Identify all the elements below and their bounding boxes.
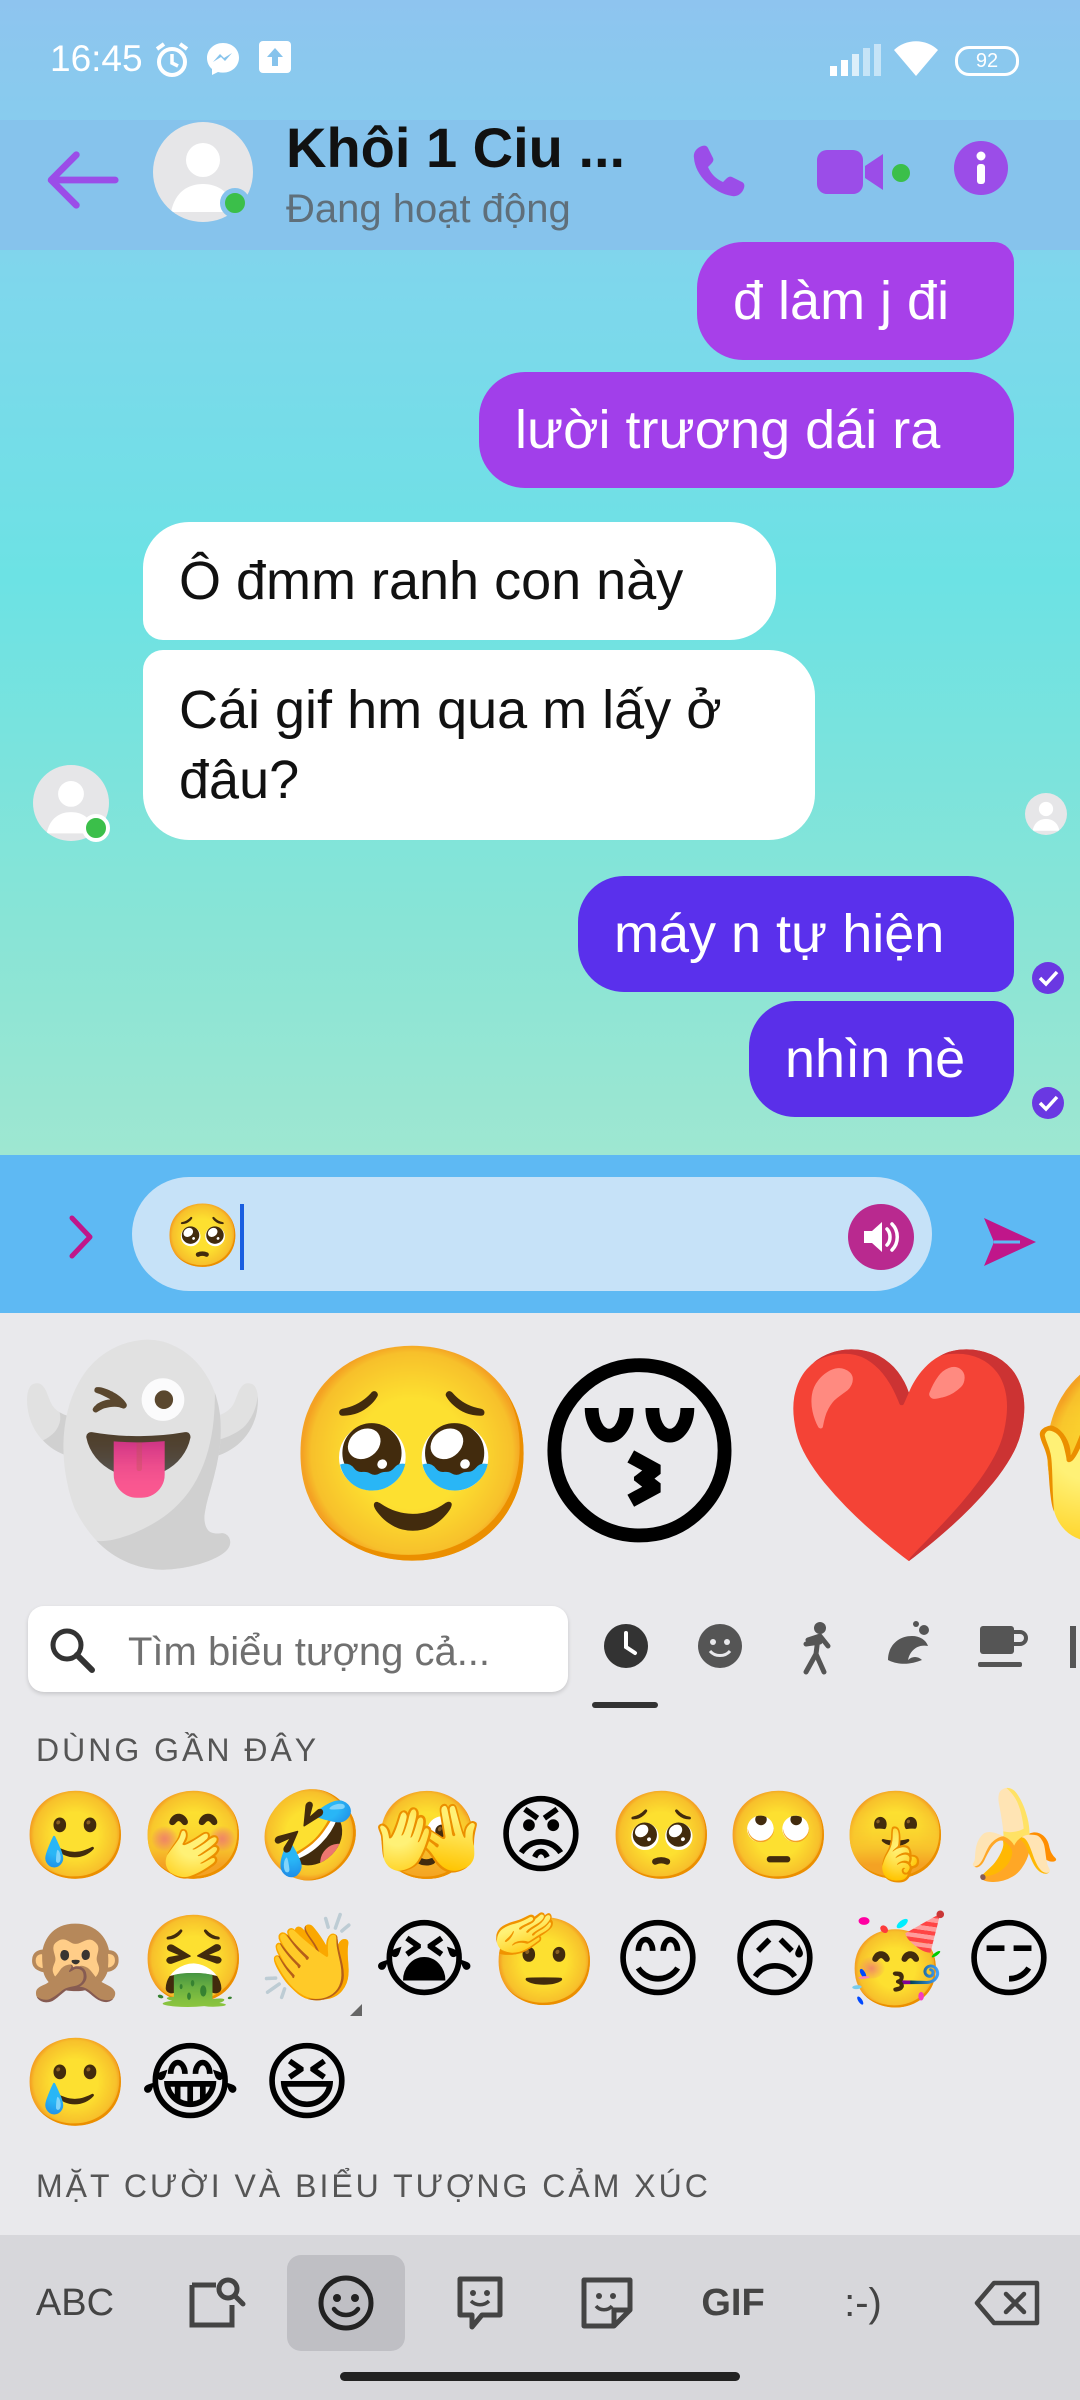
smiley-icon (318, 2275, 374, 2331)
backspace-icon (974, 2280, 1040, 2326)
contact-status: Đang hoạt động (286, 187, 571, 231)
send-button[interactable] (980, 1214, 1040, 1270)
sticker-search-icon (189, 2277, 246, 2328)
expand-actions-button[interactable] (62, 1212, 102, 1262)
text-caret (240, 1204, 244, 1270)
online-indicator (892, 164, 910, 182)
emoji-suggestion[interactable]: 🫣 (1030, 1340, 1080, 1570)
emoji-key[interactable]: 🤣 (257, 1786, 364, 1886)
upload-icon (259, 41, 291, 73)
bitmoji-icon (457, 2276, 503, 2330)
battery-level: 92 (975, 49, 999, 72)
delivered-check-icon (1032, 1087, 1064, 1119)
info-button[interactable] (953, 140, 1009, 196)
message-outgoing[interactable]: máy n tự hiện (578, 876, 1014, 992)
online-indicator (220, 188, 250, 218)
message-outgoing[interactable]: lười trương dái ra (479, 372, 1014, 488)
battery-indicator: 92 (955, 46, 1019, 76)
emoji-key[interactable]: 🫣 (374, 1786, 481, 1886)
message-outgoing[interactable]: nhìn nè (749, 1001, 1014, 1117)
emoji-suggestion[interactable]: ❤️ (778, 1340, 1039, 1570)
emoji-key[interactable]: 🤭 (140, 1786, 247, 1886)
emoji-suggestion-clip: 🫣 (1030, 1340, 1080, 1570)
video-camera-icon (817, 150, 883, 194)
sticker-key[interactable] (435, 2258, 525, 2348)
sticker-pack-key[interactable] (562, 2258, 652, 2348)
emoji-key[interactable]: 🫡 (491, 1910, 598, 2010)
emoji-key[interactable]: 🥳 (842, 1910, 949, 2010)
person-icon (1032, 801, 1060, 831)
alarm-icon (155, 42, 189, 77)
emoji-suggestion[interactable]: 😚 (530, 1340, 749, 1570)
emoji-key[interactable]: 🙄 (725, 1786, 832, 1886)
emoji-suggestion[interactable]: 🥹 (282, 1340, 543, 1570)
home-indicator[interactable] (340, 2372, 740, 2381)
recent-clock-icon[interactable] (600, 1620, 652, 1672)
call-button[interactable] (688, 140, 748, 200)
video-call-button[interactable] (815, 144, 915, 200)
message-outgoing[interactable]: đ làm j đi (697, 242, 1014, 360)
message-incoming[interactable]: Ô đmm ranh con này (143, 522, 776, 640)
food-drink-icon[interactable] (976, 1620, 1028, 1672)
more-categories-clip (1068, 1620, 1080, 1672)
status-bar: 16:45 92 (0, 0, 1080, 120)
message-input[interactable] (132, 1177, 932, 1291)
emoji-key[interactable]: 😭 (374, 1910, 475, 2010)
gif-key[interactable]: GIF (688, 2258, 778, 2348)
emoji-key[interactable]: 😏 (959, 1910, 1059, 2010)
emoji-key[interactable]: 😡 (491, 1786, 591, 1886)
abc-key[interactable]: ABC (20, 2258, 130, 2348)
emoji-key[interactable]: 🥲 (22, 1786, 129, 1886)
signal-icon (830, 44, 881, 76)
backspace-key[interactable] (962, 2258, 1052, 2348)
messenger-icon (207, 43, 239, 75)
read-receipt-avatar (1025, 793, 1067, 835)
emoji-key[interactable]: 😂 (140, 2033, 241, 2133)
emoji-tab-key[interactable] (287, 2255, 405, 2351)
emoji-key[interactable]: 😥 (725, 1910, 825, 2010)
emoji-key[interactable]: 🥲 (22, 2033, 129, 2133)
message-incoming[interactable]: Cái gif hm qua m lấy ở đâu? (143, 650, 815, 840)
wifi-icon (894, 41, 938, 76)
gif-key-label: GIF (701, 2281, 765, 2324)
animals-nature-icon[interactable] (880, 1620, 936, 1672)
emoji-key[interactable]: 🍌 (959, 1786, 1066, 1886)
smiley-category-icon[interactable] (694, 1620, 746, 1672)
voice-message-button[interactable] (848, 1204, 914, 1270)
emoji-key[interactable]: 🤫 (842, 1786, 949, 1886)
active-tab-indicator (592, 1702, 658, 1708)
travel-icon[interactable] (1068, 1620, 1080, 1672)
emoticon-key-label: :-) (844, 2280, 882, 2325)
back-button[interactable] (42, 140, 122, 220)
emoji-key[interactable]: 😊 (608, 1910, 708, 2010)
message-input-value: 🥺 (164, 1199, 242, 1272)
online-indicator (82, 814, 110, 842)
status-time: 16:45 (50, 38, 143, 79)
sticker-icon (581, 2277, 633, 2329)
emoji-key[interactable]: 😆 (257, 2033, 357, 2133)
smileys-section-title: MẶT CƯỜI VÀ BIỂU TƯỢNG CẢM XÚC (36, 2168, 711, 2204)
emoji-key[interactable]: 🤮 (140, 1910, 247, 2010)
contact-name[interactable]: Khôi 1 Ciu ... (286, 115, 625, 180)
emoji-search-placeholder: Tìm biểu tượng cả... (128, 1630, 491, 1674)
emoticon-key[interactable]: :-) (818, 2258, 908, 2348)
people-activity-icon[interactable] (790, 1620, 842, 1676)
skin-tone-indicator (350, 2004, 362, 2016)
delivered-check-icon (1032, 962, 1064, 994)
emoji-key[interactable]: 🥺 (608, 1786, 715, 1886)
search-icon (50, 1628, 95, 1673)
emoji-suggestion[interactable]: 👻 (18, 1340, 267, 1570)
emoji-search-key[interactable] (172, 2258, 262, 2348)
recent-section-title: DÙNG GẦN ĐÂY (36, 1732, 320, 1768)
emoji-key[interactable]: 🙊 (22, 1910, 129, 2010)
emoji-key[interactable]: 👏 (257, 1910, 364, 2010)
speaker-icon (864, 1222, 899, 1252)
abc-key-label: ABC (35, 2281, 115, 2324)
